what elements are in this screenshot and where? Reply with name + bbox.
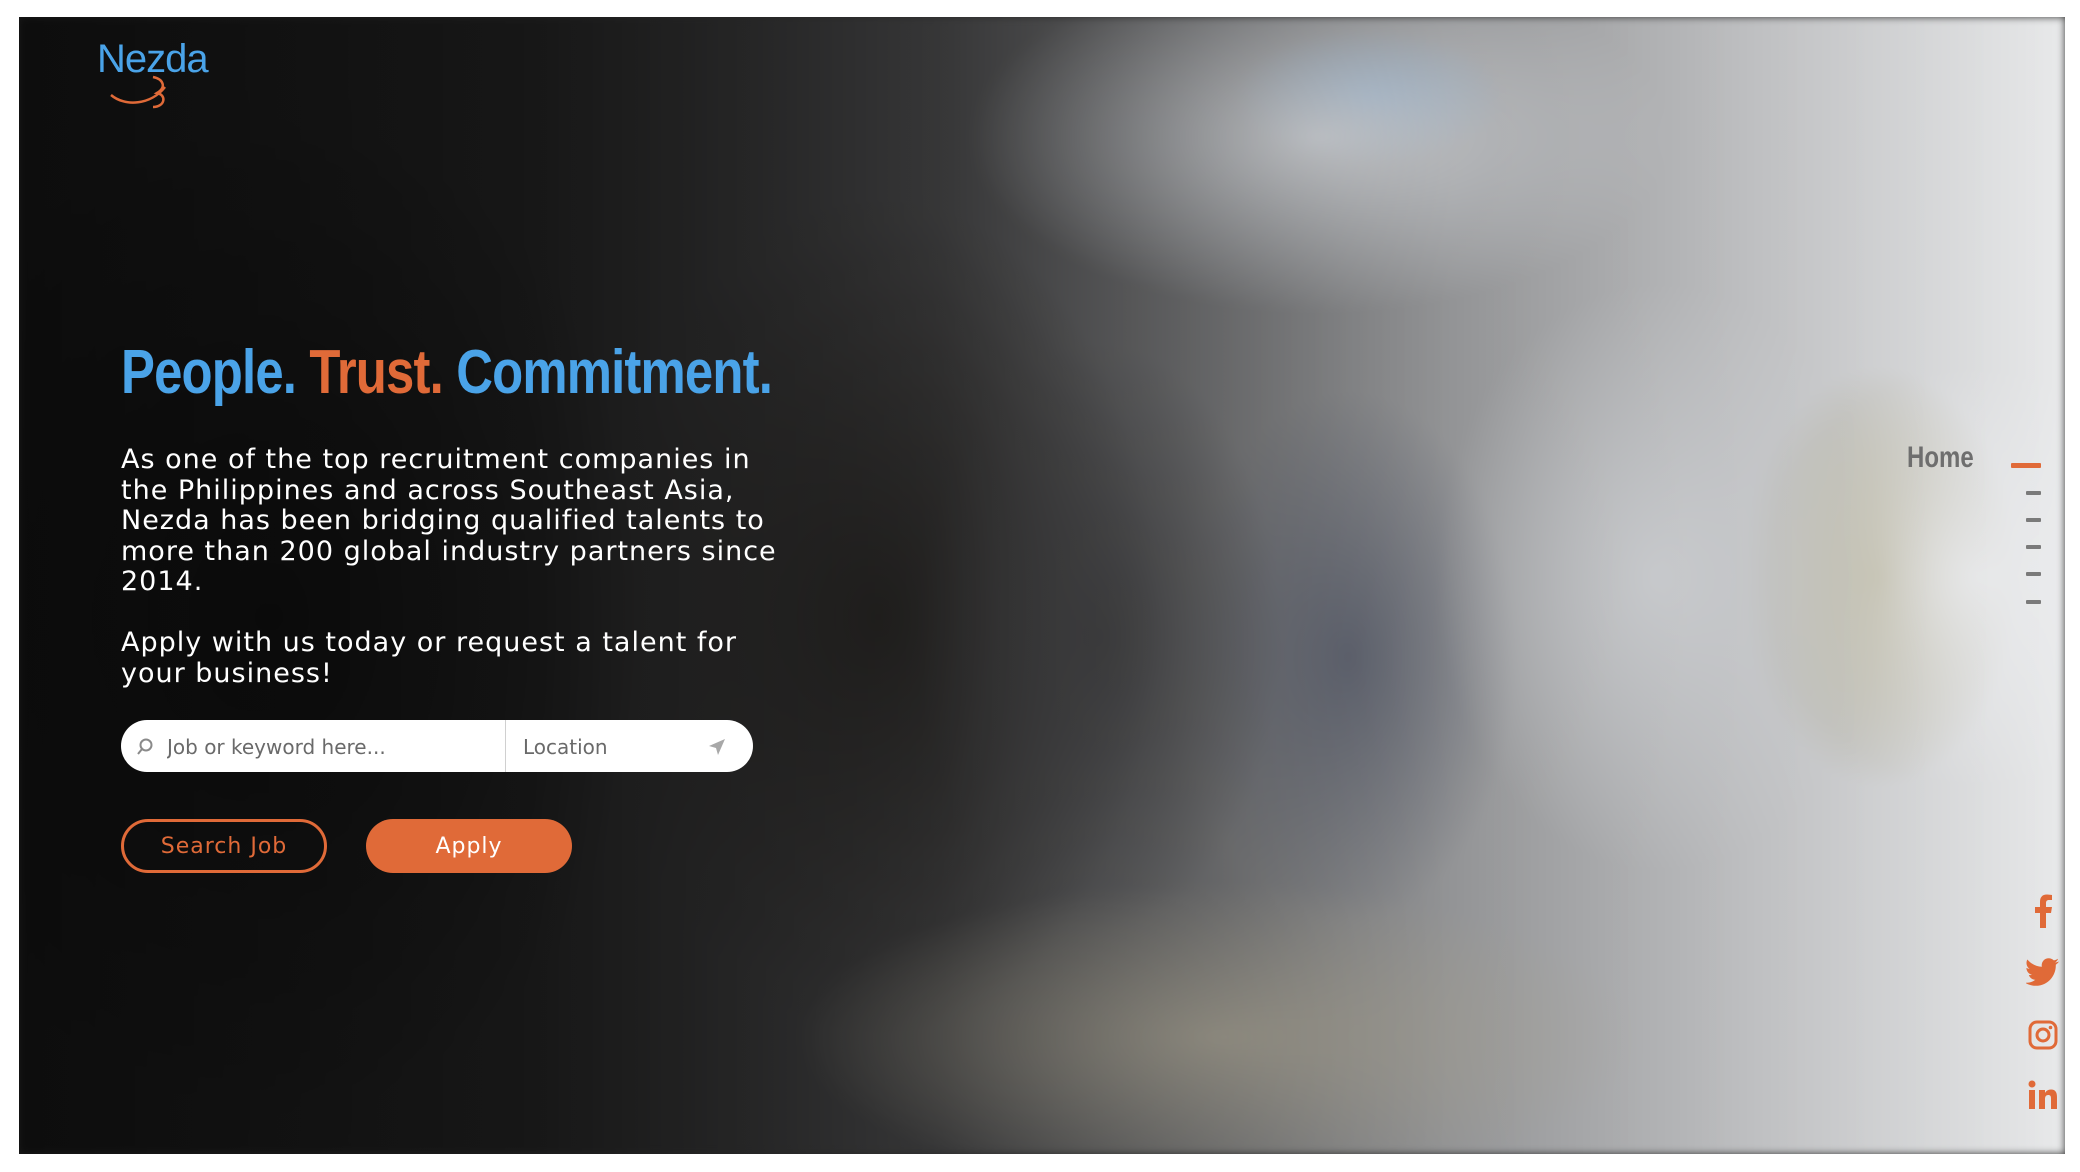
twitter-icon <box>2026 958 2060 986</box>
page-frame: Nezda People. Trust. Commitment. As one … <box>0 0 2080 1172</box>
logo-swoosh-icon <box>110 75 166 109</box>
facebook-link[interactable] <box>2025 893 2061 929</box>
headline-commitment: Commitment. <box>456 338 773 407</box>
hero-description: As one of the top recruitment companies … <box>121 444 777 597</box>
headline-trust: Trust. <box>309 338 443 407</box>
keyword-search-input[interactable] <box>165 720 499 772</box>
section-nav-item-home[interactable] <box>2011 463 2041 468</box>
location-input[interactable] <box>521 720 705 772</box>
hero-section: Nezda People. Trust. Commitment. As one … <box>19 17 2065 1154</box>
instagram-link[interactable] <box>2025 1017 2061 1053</box>
headline-people: People. <box>121 338 297 407</box>
twitter-link[interactable] <box>2025 954 2061 990</box>
instagram-icon <box>2028 1020 2058 1050</box>
section-nav-item[interactable] <box>2026 572 2041 576</box>
section-nav-item[interactable] <box>2026 600 2041 604</box>
section-nav-item[interactable] <box>2026 545 2041 549</box>
job-search-bar <box>121 720 753 772</box>
hero-call-to-action-text: Apply with us today or request a talent … <box>121 627 737 689</box>
apply-button[interactable]: Apply <box>366 819 572 873</box>
section-nav-item[interactable] <box>2026 518 2041 522</box>
search-divider <box>505 720 506 772</box>
hero-headline: People. Trust. Commitment. <box>121 337 773 408</box>
linkedin-link[interactable] <box>2025 1077 2061 1113</box>
facebook-icon <box>2035 894 2052 928</box>
search-job-button[interactable]: Search Job <box>121 819 327 873</box>
section-nav-item[interactable] <box>2026 491 2041 495</box>
linkedin-icon <box>2028 1080 2057 1109</box>
logo[interactable]: Nezda <box>97 33 227 113</box>
location-arrow-icon[interactable] <box>708 738 726 756</box>
search-icon <box>137 738 153 755</box>
section-nav-label-home[interactable]: Home <box>1907 441 1974 475</box>
